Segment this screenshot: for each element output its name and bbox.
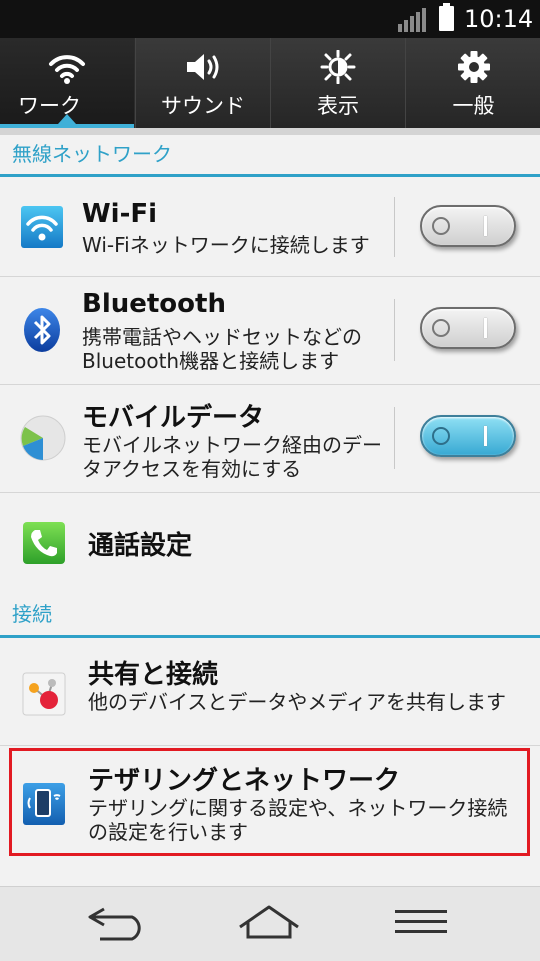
status-time: 10:14 [464, 5, 534, 33]
highlight-box [9, 748, 530, 856]
section-header-wireless: 無線ネットワーク [12, 142, 172, 166]
tab-label: 一般 [452, 94, 495, 118]
menu-icon[interactable] [394, 901, 448, 947]
signal-icon [398, 8, 428, 32]
wifi-toggle[interactable] [420, 205, 516, 247]
wifi-settings-icon [20, 205, 64, 253]
wifi-description: Wi-Fiネットワークに接続します [82, 233, 370, 257]
bluetooth-toggle[interactable] [420, 307, 516, 349]
tab-caret [58, 114, 76, 124]
speaker-icon [136, 50, 270, 84]
wifi-icon [0, 50, 134, 84]
bluetooth-title: Bluetooth [82, 289, 226, 319]
mobile-data-toggle[interactable] [420, 415, 516, 457]
share-connect-icon [22, 672, 66, 720]
share-connect-description: 他のデバイスとデータやメディアを共有します [88, 690, 506, 714]
section-header-connection: 接続 [12, 602, 52, 626]
toggle-on-mark [484, 216, 487, 236]
vertical-divider [394, 197, 395, 257]
home-icon[interactable] [238, 901, 300, 947]
status-bar: 10:14 [0, 0, 540, 38]
gear-icon [406, 50, 540, 84]
list-item-wifi[interactable]: Wi-Fi Wi-Fiネットワークに接続します [0, 177, 540, 277]
bluetooth-description: 携帯電話やヘッドセットなどのBluetooth機器と接続します [82, 325, 362, 373]
toggle-off-mark [432, 319, 450, 337]
bluetooth-icon [22, 307, 62, 357]
list-item-share-connect[interactable]: 共有と接続 他のデバイスとデータやメディアを共有します [0, 638, 540, 746]
call-settings-title: 通話設定 [88, 531, 193, 561]
brightness-icon [271, 50, 405, 84]
list-item-call-settings[interactable]: 通話設定 [0, 493, 540, 591]
mobile-data-description: モバイルネットワーク経由のデータアクセスを有効にする [82, 433, 382, 481]
toggle-on-mark [484, 426, 487, 446]
mobile-data-icon [20, 415, 66, 465]
navigation-bar [0, 886, 540, 961]
back-icon[interactable] [86, 901, 148, 947]
share-connect-title: 共有と接続 [88, 660, 219, 690]
vertical-divider [394, 407, 395, 469]
settings-tabs: ワーク サウンド 表示 一般 [0, 38, 540, 128]
toggle-off-mark [432, 217, 450, 235]
phone-icon [22, 521, 66, 569]
list-item-bluetooth[interactable]: Bluetooth 携帯電話やヘッドセットなどのBluetooth機器と接続しま… [0, 277, 540, 385]
toggle-off-mark [432, 427, 450, 445]
tab-general[interactable]: 一般 [405, 38, 540, 128]
battery-icon [439, 3, 454, 31]
toggle-on-mark [484, 318, 487, 338]
tab-label: 表示 [317, 94, 359, 118]
list-item-mobile-data[interactable]: モバイルデータ モバイルネットワーク経由のデータアクセスを有効にする [0, 385, 540, 493]
mobile-data-title: モバイルデータ [82, 403, 265, 433]
tab-network[interactable]: ワーク [0, 38, 134, 128]
vertical-divider [394, 299, 395, 361]
tab-sound[interactable]: サウンド [135, 38, 270, 128]
tab-display[interactable]: 表示 [270, 38, 405, 128]
tab-label: サウンド [161, 94, 245, 118]
wifi-title: Wi-Fi [82, 199, 158, 229]
